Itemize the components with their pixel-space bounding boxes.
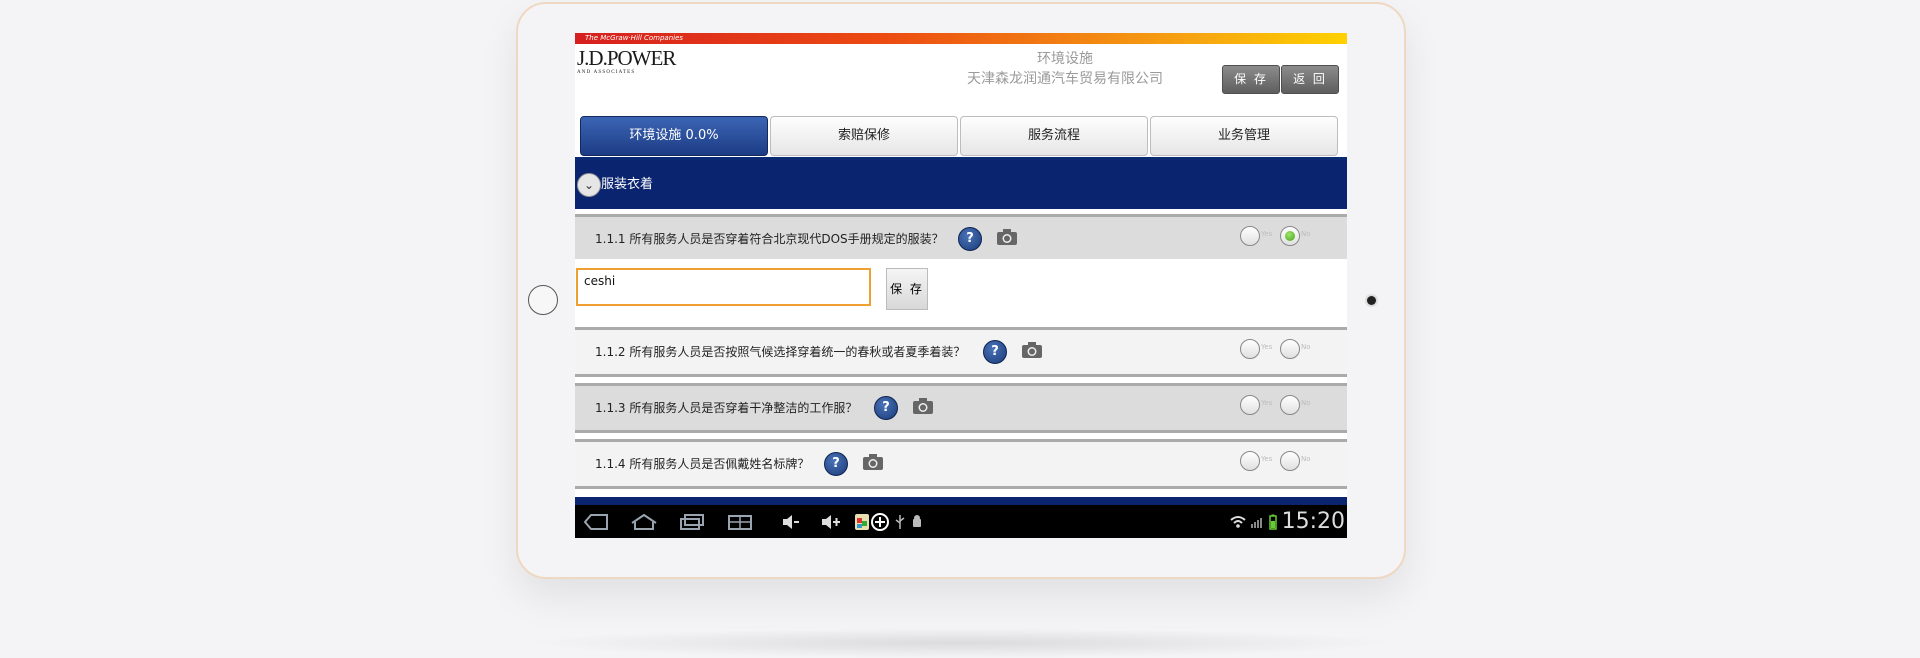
android-debug-icon bbox=[913, 515, 921, 527]
jd-power-logo: J.D.POWER AND ASSOCIATES bbox=[577, 46, 676, 76]
section-title: 服装衣着 bbox=[601, 177, 654, 192]
question-text: 1.1.4 所有服务人员是否佩戴姓名标牌？ bbox=[595, 457, 810, 471]
app-screen: The McGraw·Hill Companies J.D.POWER AND … bbox=[575, 33, 1347, 538]
dealer-name: 天津森龙润通汽车贸易有限公司 bbox=[967, 71, 1163, 87]
help-icon[interactable]: ? bbox=[958, 227, 982, 251]
camera-icon[interactable] bbox=[912, 397, 934, 415]
tab-environment[interactable]: 环境设施 0.0% bbox=[580, 116, 768, 156]
camera-icon[interactable] bbox=[996, 228, 1018, 246]
comment-row: ceshi 保 存 bbox=[575, 259, 1347, 315]
back-nav-icon[interactable] bbox=[583, 513, 609, 531]
question-row: 1.1.4 所有服务人员是否佩戴姓名标牌？ ? Yes No bbox=[575, 439, 1347, 489]
wifi-icon bbox=[1230, 516, 1246, 528]
radio-yes-label: Yes bbox=[1261, 455, 1273, 463]
tab-bar: 环境设施 0.0% 索赔保修 服务流程 业务管理 bbox=[580, 116, 1340, 156]
question-text: 1.1.3 所有服务人员是否穿着干净整洁的工作服？ bbox=[595, 401, 858, 415]
radio-yes-label: Yes bbox=[1261, 343, 1273, 351]
question-row: 1.1.2 所有服务人员是否按照气候选择穿着统一的春秋或者夏季着装？ ? Yes… bbox=[575, 327, 1347, 377]
radio-yes[interactable] bbox=[1240, 226, 1260, 246]
logo-sub: AND ASSOCIATES bbox=[577, 70, 636, 75]
chevron-down-icon[interactable]: ⌄ bbox=[577, 173, 601, 197]
home-button[interactable] bbox=[528, 285, 558, 315]
section-header[interactable]: ⌄ 服装衣着 bbox=[575, 160, 1347, 209]
section-footer-bar bbox=[575, 497, 1347, 505]
help-icon[interactable]: ? bbox=[824, 452, 848, 476]
camera-icon[interactable] bbox=[1021, 341, 1043, 359]
tab-warranty[interactable]: 索赔保修 bbox=[770, 116, 958, 156]
camera-icon[interactable] bbox=[862, 453, 884, 471]
battery-icon bbox=[1269, 514, 1277, 530]
logo-main: J.D.POWER bbox=[577, 46, 676, 70]
notes-app-icon[interactable] bbox=[854, 513, 870, 531]
brand-tagline: The McGraw·Hill Companies bbox=[585, 34, 684, 42]
radio-no-label: No bbox=[1301, 343, 1311, 351]
radio-no[interactable] bbox=[1280, 339, 1300, 359]
header-save-button[interactable]: 保 存 bbox=[1222, 65, 1280, 94]
question-text: 1.1.1 所有服务人员是否穿着符合北京现代DOS手册规定的服装？ bbox=[595, 232, 944, 246]
radio-no[interactable] bbox=[1280, 226, 1300, 246]
system-navbar: 15:20 bbox=[575, 505, 1347, 538]
status-clock: 15:20 bbox=[1281, 509, 1345, 534]
help-icon[interactable]: ? bbox=[874, 396, 898, 420]
help-icon[interactable]: ? bbox=[983, 340, 1007, 364]
usb-icon bbox=[895, 515, 905, 529]
comment-save-button[interactable]: 保 存 bbox=[886, 268, 928, 310]
radio-no[interactable] bbox=[1280, 451, 1300, 471]
tab-business-management[interactable]: 业务管理 bbox=[1150, 116, 1338, 156]
tab-service-process[interactable]: 服务流程 bbox=[960, 116, 1148, 156]
home-nav-icon[interactable] bbox=[630, 513, 658, 531]
floor-shadow bbox=[520, 628, 1400, 658]
volume-down-icon[interactable] bbox=[781, 513, 801, 531]
signal-icon bbox=[1251, 518, 1262, 528]
back-button[interactable]: 返 回 bbox=[1281, 65, 1339, 94]
front-camera bbox=[1367, 296, 1376, 305]
question-row: 1.1.1 所有服务人员是否穿着符合北京现代DOS手册规定的服装？ ? Yes … bbox=[575, 214, 1347, 264]
comment-input[interactable]: ceshi bbox=[576, 268, 871, 306]
radio-no-label: No bbox=[1301, 455, 1311, 463]
radio-yes-label: Yes bbox=[1261, 230, 1273, 238]
page-title: 环境设施 bbox=[1037, 51, 1093, 67]
add-circle-icon[interactable] bbox=[871, 513, 889, 531]
radio-no[interactable] bbox=[1280, 395, 1300, 415]
radio-yes[interactable] bbox=[1240, 395, 1260, 415]
radio-yes-label: Yes bbox=[1261, 399, 1273, 407]
radio-no-label: No bbox=[1301, 399, 1311, 407]
radio-yes[interactable] bbox=[1240, 339, 1260, 359]
radio-no-label: No bbox=[1301, 230, 1311, 238]
brand-strip: The McGraw·Hill Companies bbox=[575, 33, 1347, 44]
screenshot-icon[interactable] bbox=[727, 513, 753, 531]
radio-yes[interactable] bbox=[1240, 451, 1260, 471]
recent-apps-icon[interactable] bbox=[679, 513, 705, 531]
question-row: 1.1.3 所有服务人员是否穿着干净整洁的工作服？ ? Yes No bbox=[575, 383, 1347, 433]
question-text: 1.1.2 所有服务人员是否按照气候选择穿着统一的春秋或者夏季着装？ bbox=[595, 345, 966, 359]
volume-up-icon[interactable] bbox=[820, 513, 842, 531]
